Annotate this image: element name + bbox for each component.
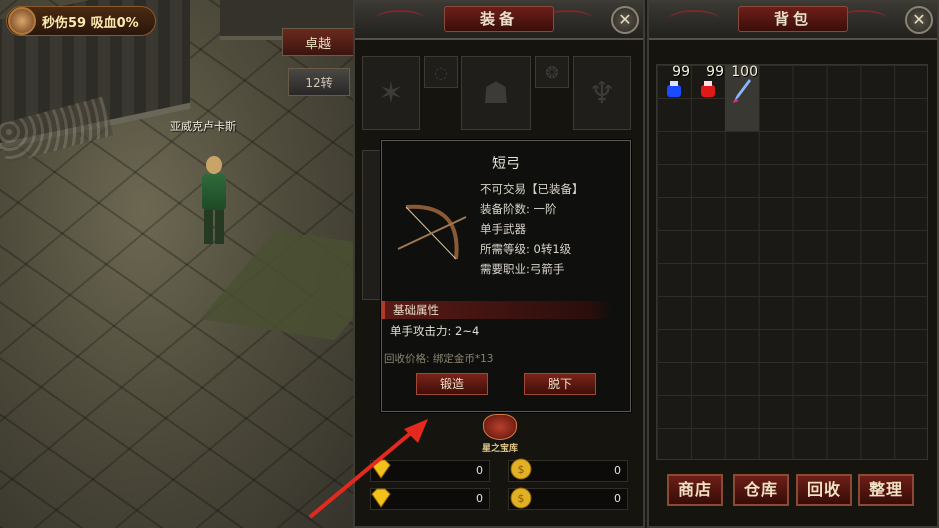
item-tooltip: 短弓 不可交易【已装备】 装备阶数: 一阶 单手武器 所需等级: 0转1级 需要…: [381, 140, 631, 412]
close-icon[interactable]: ✕: [611, 6, 639, 34]
star-emblem-icon: [483, 414, 517, 440]
warehouse-button[interactable]: 仓库: [733, 474, 789, 506]
combat-stats-text: 秒伤59 吸血0%: [42, 15, 139, 31]
star-treasury-label: 星之宝库: [481, 444, 518, 454]
item-required-class: 需要职业:弓箭手: [480, 262, 565, 276]
rebirth-button[interactable]: 12转: [288, 68, 350, 96]
item-properties: 不可交易【已装备】 装备阶数: 一阶 单手武器 所需等级: 0转1级 需要职业:…: [480, 179, 584, 279]
currency-value: 0: [476, 464, 483, 477]
slot-amulet[interactable]: ❂: [535, 56, 569, 88]
annotation-arrow-icon: [308, 419, 428, 519]
item-name: 短弓: [492, 156, 520, 172]
bag-panel-header: 背包 ✕: [649, 2, 937, 40]
currency-value: 0: [614, 464, 621, 477]
bound-gold-coin-icon: $: [510, 487, 532, 509]
attack-stat: 单手攻击力: 2~4: [390, 324, 480, 338]
unequip-button[interactable]: 脱下: [524, 373, 596, 395]
slot-weapon-main[interactable]: [362, 150, 382, 300]
shop-button[interactable]: 商店: [667, 474, 723, 506]
item-count: 99: [706, 64, 724, 80]
star-treasury-button[interactable]: 星之宝库: [466, 414, 534, 454]
equipment-panel-header: 装备 ✕: [355, 2, 643, 40]
item-trade-status: 不可交易【已装备】: [480, 182, 584, 196]
npc-name-label: 亚威克卢卡斯: [170, 120, 236, 133]
slot-weapon-offhand[interactable]: ✶: [362, 56, 420, 130]
slot-wings[interactable]: ♆: [573, 56, 631, 130]
forge-button[interactable]: 锻造: [416, 373, 488, 395]
equipment-title: 装备: [444, 6, 554, 32]
gold-coin-icon: $: [510, 458, 532, 480]
recycle-price: 回收价格: 绑定金币*13: [384, 353, 494, 365]
item-hand-type: 单手武器: [480, 222, 526, 236]
bag-slot-red-potion[interactable]: 99: [691, 64, 725, 99]
short-bow-icon: [397, 204, 467, 260]
bag-title: 背包: [738, 6, 848, 32]
combat-stats-badge: 秒伤59 吸血0%: [6, 6, 156, 36]
bag-grid[interactable]: [656, 64, 928, 460]
excellence-button[interactable]: 卓越: [282, 28, 354, 56]
sort-button[interactable]: 整理: [858, 474, 914, 506]
item-tier: 装备阶数: 一阶: [480, 202, 557, 216]
item-required-level: 所需等级: 0转1级: [480, 242, 572, 256]
bag-slot-blue-potion[interactable]: 99: [657, 64, 691, 99]
player-character[interactable]: [192, 150, 238, 250]
currency-value: 0: [614, 492, 621, 505]
svg-text:$: $: [518, 492, 525, 505]
currency-value: 0: [476, 492, 483, 505]
recycle-button[interactable]: 回收: [796, 474, 852, 506]
close-icon[interactable]: ✕: [905, 6, 933, 34]
slot-helmet[interactable]: ☗: [461, 56, 531, 130]
skull-icon: [8, 7, 36, 35]
svg-text:$: $: [518, 463, 525, 476]
item-count: 99: [672, 64, 690, 80]
slot-necklace[interactable]: ◌: [424, 56, 458, 88]
item-count: 100: [731, 64, 758, 80]
bag-slot-crystal-dagger[interactable]: 100: [725, 64, 759, 131]
base-attributes-header: 基础属性: [382, 301, 612, 319]
